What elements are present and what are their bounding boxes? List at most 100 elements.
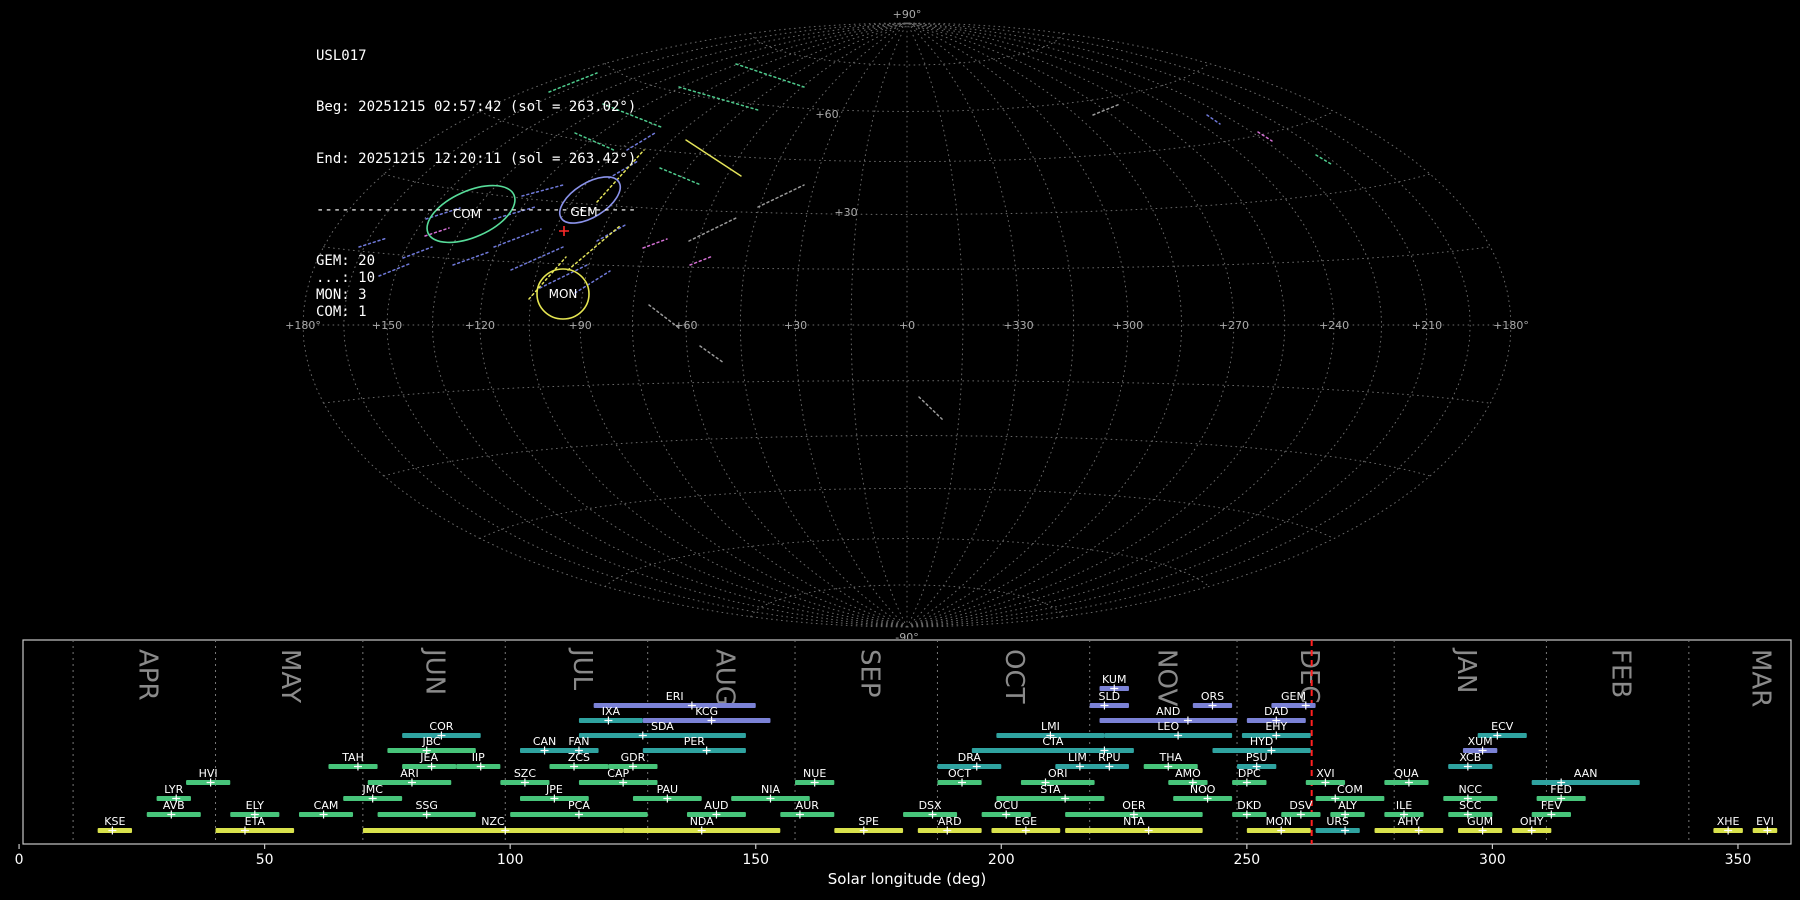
shower-code-label-XCB: XCB bbox=[1459, 751, 1481, 764]
meteor-track bbox=[757, 184, 805, 208]
shower-code-label-THA: THA bbox=[1158, 751, 1182, 764]
shower-code-label-FED: FED bbox=[1550, 783, 1572, 796]
shower-code-label-SCC: SCC bbox=[1459, 799, 1482, 812]
shower-code-label-AVB: AVB bbox=[163, 799, 185, 812]
shower-code-label-DKD: DKD bbox=[1237, 799, 1261, 812]
shower-code-label-LYR: LYR bbox=[164, 783, 183, 796]
meteor-track bbox=[735, 63, 805, 88]
equator-lon-label: +30 bbox=[784, 319, 807, 332]
month-label-JAN: JAN bbox=[1451, 647, 1481, 693]
shower-code-label-SLD: SLD bbox=[1099, 690, 1121, 703]
shower-code-label-SSG: SSG bbox=[415, 799, 438, 812]
shower-code-label-SZC: SZC bbox=[514, 767, 537, 780]
x-axis-title: Solar longitude (deg) bbox=[828, 870, 986, 888]
month-label-OCT: OCT bbox=[999, 649, 1029, 704]
shower-code-label-CAP: CAP bbox=[607, 767, 629, 780]
shower-code-label-KCG: KCG bbox=[695, 705, 718, 718]
shower-code-label-EVI: EVI bbox=[1756, 815, 1774, 828]
shower-code-label-ALY: ALY bbox=[1338, 799, 1357, 812]
x-tick-label: 0 bbox=[15, 852, 24, 868]
shower-code-label-XUM: XUM bbox=[1468, 735, 1493, 748]
meteor-track bbox=[1315, 154, 1332, 165]
equator-lon-label: +240 bbox=[1319, 319, 1349, 332]
shower-code-label-MON: MON bbox=[1266, 815, 1292, 828]
grid-meridian bbox=[906, 22, 964, 628]
meteor-track bbox=[678, 86, 759, 111]
meteor-track bbox=[699, 345, 725, 364]
shower-code-label-OCT: OCT bbox=[948, 767, 971, 780]
shower-code-label-GEM: GEM bbox=[1281, 690, 1306, 703]
shower-code-label-SPE: SPE bbox=[858, 815, 879, 828]
shower-code-label-FEV: FEV bbox=[1541, 799, 1562, 812]
meteor-station-summary-plot: +180° +150 +120 +90 +60 +30 +0 +330 +300 +270 +240… bbox=[0, 0, 1800, 900]
shower-code-label-AHY: AHY bbox=[1398, 815, 1421, 828]
shower-code-label-ORI: ORI bbox=[1048, 767, 1068, 780]
shower-code-label-NOO: NOO bbox=[1190, 783, 1216, 796]
shower-code-label-EHY: EHY bbox=[1265, 720, 1287, 733]
shower-code-label-DRA: DRA bbox=[958, 751, 982, 764]
x-tick-label: 300 bbox=[1479, 852, 1506, 868]
shower-code-label-GDR: GDR bbox=[621, 751, 646, 764]
shower-code-label-IXA: IXA bbox=[602, 705, 621, 718]
x-tick-label: 350 bbox=[1725, 852, 1752, 868]
shower-code-label-NZC: NZC bbox=[481, 815, 505, 828]
south-pole-label: -90° bbox=[895, 631, 918, 639]
observation-begin: Beg: 20251215 02:57:42 (sol = 263.02°) bbox=[316, 99, 637, 116]
month-label-AUG: AUG bbox=[709, 649, 739, 706]
month-label-FEB: FEB bbox=[1606, 649, 1636, 698]
shower-code-label-PAU: PAU bbox=[657, 783, 679, 796]
shower-code-label-FAN: FAN bbox=[568, 735, 589, 748]
shower-code-label-PSU: PSU bbox=[1246, 751, 1268, 764]
equator-lon-label: +0 bbox=[899, 319, 915, 332]
meteor-track bbox=[1257, 131, 1273, 142]
x-tick-label: 200 bbox=[988, 852, 1015, 868]
x-tick-label: 50 bbox=[256, 852, 274, 868]
latitude-label: +60 bbox=[815, 108, 838, 121]
shower-counts: GEM: 20...: 10 MON: 3 COM: 1 bbox=[316, 253, 636, 321]
observation-end: End: 20251215 12:20:11 (sol = 263.42°) bbox=[316, 150, 637, 167]
month-label-JUN: JUN bbox=[420, 647, 450, 695]
shower-code-label-HYD: HYD bbox=[1250, 735, 1273, 748]
shower-bar-SLD bbox=[1089, 703, 1129, 708]
shower-bar-ZCS bbox=[549, 764, 609, 769]
latitude-label: +30 bbox=[834, 206, 857, 219]
shower-count-line: ...: 10 bbox=[316, 270, 376, 287]
shower-code-label-OHY: OHY bbox=[1520, 815, 1544, 828]
x-tick-label: 100 bbox=[497, 852, 524, 868]
shower-code-label-ARI: ARI bbox=[400, 767, 418, 780]
shower-code-label-DPC: DPC bbox=[1238, 767, 1261, 780]
shower-code-label-JBC: JBC bbox=[421, 735, 441, 748]
shower-peak-marker-NTA bbox=[1144, 826, 1153, 835]
shower-code-label-DAD: DAD bbox=[1264, 705, 1288, 718]
equator-lon-label: +60 bbox=[674, 319, 697, 332]
meteor-track bbox=[685, 139, 742, 177]
shower-code-label-COR: COR bbox=[429, 720, 453, 733]
shower-bar-AUR bbox=[780, 812, 835, 817]
shower-code-label-LIM: LIM bbox=[1068, 751, 1087, 764]
shower-bar-TAH bbox=[328, 764, 378, 769]
month-label-SEP: SEP bbox=[854, 649, 884, 698]
shower-code-label-COM: COM bbox=[1337, 783, 1363, 796]
shower-code-label-SDA: SDA bbox=[651, 720, 674, 733]
shower-code-label-NDA: NDA bbox=[690, 815, 715, 828]
grid-meridian bbox=[906, 22, 1235, 628]
month-label-APR: APR bbox=[132, 649, 162, 701]
shower-bar-SDA bbox=[578, 733, 746, 738]
shower-code-label-LEO: LEO bbox=[1157, 720, 1179, 733]
meteor-track bbox=[689, 255, 714, 266]
shower-code-label-ORS: ORS bbox=[1201, 690, 1224, 703]
meteor-track bbox=[688, 217, 737, 242]
shower-bar-AHY bbox=[1374, 828, 1444, 833]
shower-count-line: COM: 1 bbox=[316, 304, 367, 321]
shower-code-label-AUR: AUR bbox=[796, 799, 820, 812]
month-label-MAY: MAY bbox=[275, 649, 305, 703]
x-tick-label: 250 bbox=[1233, 852, 1260, 868]
shower-bar-SPE bbox=[834, 828, 904, 833]
station-info: USL017 Beg: 20251215 02:57:42 (sol = 263… bbox=[316, 14, 636, 356]
shower-bar-ETA bbox=[215, 828, 295, 833]
shower-bar-PER bbox=[642, 748, 746, 753]
shower-code-label-AMO: AMO bbox=[1175, 767, 1201, 780]
shower-code-label-CTA: CTA bbox=[1042, 735, 1064, 748]
shower-code-label-GUM: GUM bbox=[1467, 815, 1493, 828]
meteor-track bbox=[659, 167, 702, 186]
